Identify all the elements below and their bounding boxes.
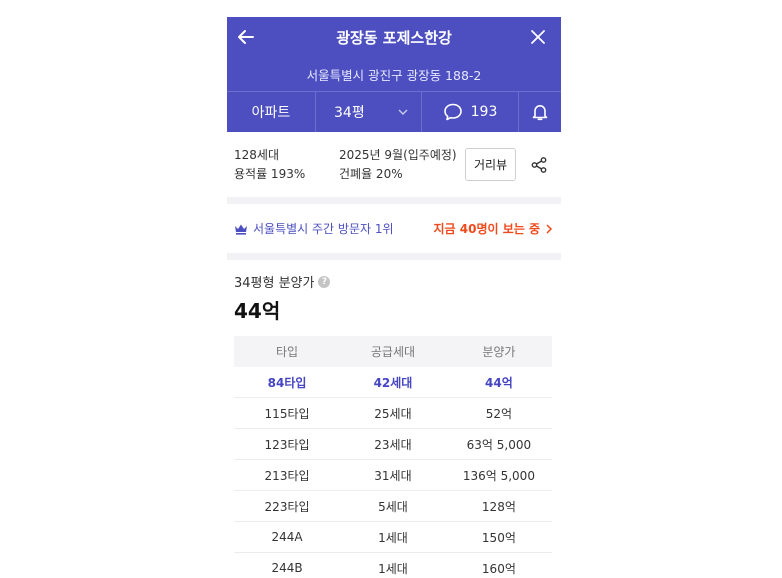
column-header-units: 공급세대 <box>340 336 446 367</box>
share-button[interactable] <box>530 156 548 174</box>
table-row[interactable]: 213타입 31세대 136억 5,000 <box>234 459 552 491</box>
cell-units: 5세대 <box>340 490 446 522</box>
floor-area-ratio-text: 용적률 193% <box>234 166 306 181</box>
visitor-rank-text: 서울특별시 주간 방문자 1위 <box>253 222 394 236</box>
column-header-price: 분양가 <box>445 336 552 367</box>
size-selector-label: 34평 <box>334 105 365 121</box>
table-row[interactable]: 244B 1세대 160억 <box>234 552 552 578</box>
table-row[interactable]: 115타입 25세대 52억 <box>234 397 552 429</box>
cell-type: 84타입 <box>234 367 341 398</box>
bell-icon <box>532 105 548 121</box>
close-button[interactable] <box>525 24 551 50</box>
help-icon[interactable]: ? <box>318 275 331 288</box>
column-header-type: 타입 <box>234 336 341 367</box>
price-label-text: 34평형 분양가 <box>234 276 315 291</box>
price-value: 44억 <box>234 299 281 323</box>
info-column-right: 2025년 9월(입주예정) 건폐율 20% <box>339 146 465 184</box>
page-title: 광장동 포제스한강 <box>336 28 452 47</box>
crown-icon <box>235 224 247 235</box>
header: 광장동 포제스한강 서울특별시 광진구 광장동 188-2 아파트 34평 19… <box>227 17 561 132</box>
table-row[interactable]: 123타입 23세대 63억 5,000 <box>234 428 552 460</box>
cell-price: 44억 <box>445 367 552 398</box>
share-icon <box>531 156 547 173</box>
info-column-left: 128세대 용적률 193% <box>234 146 339 184</box>
comment-icon <box>443 103 462 121</box>
table-row[interactable]: 244A 1세대 150억 <box>234 521 552 553</box>
chevron-right-icon <box>546 223 553 234</box>
address-text: 서울특별시 광진구 광장동 188-2 <box>306 67 482 83</box>
cell-units: 1세대 <box>340 552 446 578</box>
move-in-date-text: 2025년 9월(입주예정) <box>339 147 457 162</box>
cell-units: 31세대 <box>340 459 446 491</box>
tab-bar: 아파트 34평 193 <box>227 91 561 132</box>
cell-price: 136억 5,000 <box>445 459 552 491</box>
notification-button[interactable] <box>519 92 561 132</box>
visitor-rank: 서울특별시 주간 방문자 1위 <box>234 220 394 237</box>
visitor-banner: 서울특별시 주간 방문자 1위 지금 40명이 보는 중 <box>227 204 561 253</box>
table-row[interactable]: 223타입 5세대 128억 <box>234 490 552 522</box>
cell-type: 115타입 <box>234 397 341 429</box>
complex-info: 128세대 용적률 193% 2025년 9월(입주예정) 건폐율 20% 거리… <box>227 132 561 197</box>
cell-type: 244B <box>234 552 341 578</box>
live-viewers-text: 지금 40명이 보는 중 <box>433 222 540 236</box>
close-icon <box>531 30 545 44</box>
cell-units: 23세대 <box>340 428 446 460</box>
back-button[interactable] <box>233 24 259 50</box>
cell-price: 128억 <box>445 490 552 522</box>
households-text: 128세대 <box>234 147 279 162</box>
cell-type: 123타입 <box>234 428 341 460</box>
size-selector[interactable]: 34평 <box>316 92 422 132</box>
comment-count: 193 <box>470 104 498 120</box>
chevron-down-icon <box>398 109 408 115</box>
cell-price: 160억 <box>445 552 552 578</box>
cell-price: 52억 <box>445 397 552 429</box>
section-divider <box>227 197 561 204</box>
price-label: 34평형 분양가 ? <box>234 272 554 291</box>
cell-type: 244A <box>234 521 341 553</box>
price-section: 34평형 분양가 ? 44억 타입 공급세대 분양가 84타입 42세대 44억… <box>227 260 561 578</box>
section-divider <box>227 253 561 260</box>
tab-property-type[interactable]: 아파트 <box>227 92 316 132</box>
cell-price: 63억 5,000 <box>445 428 552 460</box>
road-view-button[interactable]: 거리뷰 <box>465 148 517 181</box>
table-header-row: 타입 공급세대 분양가 <box>234 336 552 367</box>
coverage-ratio-text: 건폐율 20% <box>339 166 403 181</box>
back-arrow-icon <box>238 30 254 44</box>
cell-type: 223타입 <box>234 490 341 522</box>
cell-units: 42세대 <box>340 367 446 398</box>
cell-type: 213타입 <box>234 459 341 491</box>
table-row[interactable]: 84타입 42세대 44억 <box>234 367 552 398</box>
cell-units: 25세대 <box>340 397 446 429</box>
cell-price: 150억 <box>445 521 552 553</box>
app-container: 광장동 포제스한강 서울특별시 광진구 광장동 188-2 아파트 34평 19… <box>227 17 561 578</box>
comments-button[interactable]: 193 <box>422 92 519 132</box>
header-top-bar: 광장동 포제스한강 <box>227 17 561 57</box>
price-table: 타입 공급세대 분양가 84타입 42세대 44억 115타입 25세대 52억… <box>234 336 552 578</box>
live-viewers-link[interactable]: 지금 40명이 보는 중 <box>433 220 554 237</box>
cell-units: 1세대 <box>340 521 446 553</box>
